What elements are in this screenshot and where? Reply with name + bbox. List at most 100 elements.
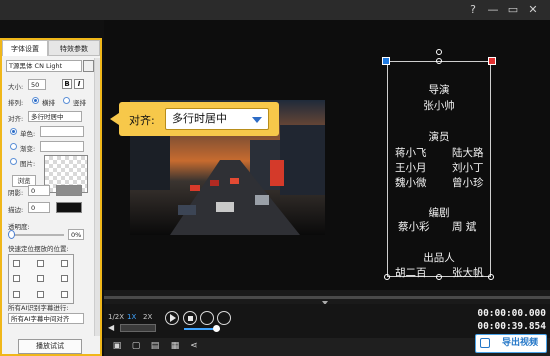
save-as-icon[interactable]: ▦ <box>170 341 180 351</box>
chevron-down-icon <box>252 117 262 123</box>
position-middle-right[interactable] <box>61 275 68 282</box>
align-label: 对齐: <box>8 115 24 123</box>
solid-color-label: 单色: <box>20 130 36 138</box>
solid-color-radio[interactable] <box>10 128 17 135</box>
position-top-left[interactable] <box>13 260 20 267</box>
producer-name: 张大帆 <box>452 267 484 279</box>
resize-handle-bottom-right[interactable] <box>488 274 494 280</box>
volume-slider-fill <box>184 328 214 330</box>
producer-title: 出品人 <box>423 252 455 264</box>
position-top-center[interactable] <box>37 260 44 267</box>
size-value: 50 <box>31 81 40 89</box>
video-editor-window: ? — ▭ ✕ 字体设置 特效参数 T源黑体 CN Light 大小: 50 B… <box>0 0 550 356</box>
text-style-icon[interactable] <box>382 57 390 65</box>
opacity-slider-track[interactable] <box>10 234 64 236</box>
close-icon[interactable]: ✕ <box>526 3 540 17</box>
producer-name: 胡二百 <box>395 267 427 279</box>
stroke-input[interactable]: 0 <box>28 202 50 213</box>
size-input[interactable]: 50 <box>28 79 46 90</box>
rotate-handle-icon[interactable] <box>436 49 442 55</box>
help-icon[interactable]: ? <box>466 3 480 17</box>
shadow-color-picker[interactable] <box>56 185 82 196</box>
font-family-select[interactable]: T源黑体 CN Light <box>6 60 82 72</box>
cast-title: 演员 <box>428 131 450 143</box>
size-label: 大小: <box>8 83 24 91</box>
resize-handle-top[interactable] <box>436 58 442 64</box>
timeline-track[interactable] <box>104 296 550 299</box>
volume-icon[interactable]: ◀ <box>108 323 118 333</box>
align-tooltip-select[interactable]: 多行时居中 <box>165 108 269 130</box>
align-tooltip-value: 多行时居中 <box>172 112 227 125</box>
next-button[interactable] <box>217 311 231 325</box>
writer-name: 周 斌 <box>452 221 477 233</box>
layout-horizontal-label: 横排 <box>42 99 55 107</box>
preview-button[interactable]: 播放试试 <box>18 339 82 354</box>
shadow-label: 阴影: <box>8 189 24 197</box>
save-icon[interactable]: ▣ <box>112 341 122 351</box>
shadow-input[interactable]: 0 <box>28 185 50 196</box>
ai-subtitle-label: 所有AI识别字幕进行: <box>8 304 69 312</box>
minimize-icon[interactable]: — <box>486 3 500 17</box>
panel-scrollbar[interactable] <box>94 58 100 336</box>
font-family-value: T源黑体 CN Light <box>9 62 63 70</box>
position-bottom-right[interactable] <box>61 291 68 298</box>
gradient-radio[interactable] <box>10 143 17 150</box>
italic-button[interactable]: I <box>74 79 84 89</box>
tab-font-settings[interactable]: 字体设置 <box>2 40 48 56</box>
position-center[interactable] <box>37 275 44 282</box>
delete-icon[interactable] <box>488 57 496 65</box>
position-grid <box>8 254 74 304</box>
open-folder-icon[interactable]: ▤ <box>150 341 160 351</box>
browse-label: 浏览 <box>17 177 31 185</box>
speed-half[interactable]: 1/2X <box>108 313 124 321</box>
position-label: 快速定位摆放的位置: <box>8 245 69 253</box>
layout-label: 排列: <box>8 99 24 107</box>
resize-handle-bottom[interactable] <box>436 274 442 280</box>
cast-name: 曾小珍 <box>452 177 484 189</box>
position-top-right[interactable] <box>61 260 68 267</box>
position-bottom-center[interactable] <box>37 291 44 298</box>
solid-color-picker[interactable] <box>40 126 84 137</box>
cast-name: 魏小微 <box>395 177 427 189</box>
ai-subtitle-select[interactable]: 所有AI字幕中间对齐 <box>8 313 84 324</box>
gradient-picker[interactable] <box>40 141 84 152</box>
stop-icon <box>188 316 193 321</box>
image-fill-radio[interactable] <box>10 158 17 165</box>
tab-effect-params[interactable]: 特效参数 <box>48 40 100 56</box>
align-tooltip: 对齐: 多行时居中 <box>110 102 279 136</box>
director-title: 导演 <box>428 84 450 96</box>
cast-name: 蒋小飞 <box>395 147 427 159</box>
stroke-label: 描边: <box>8 206 24 214</box>
layout-horizontal-radio[interactable] <box>32 97 39 104</box>
font-dropdown-caret-icon[interactable] <box>83 60 94 72</box>
writer-title: 编剧 <box>428 207 450 219</box>
maximize-icon[interactable]: ▭ <box>506 3 520 17</box>
text-settings-panel: 字体设置 特效参数 T源黑体 CN Light 大小: 50 B I 排列: 横… <box>0 38 102 356</box>
share-icon[interactable]: ⋖ <box>189 341 199 351</box>
prev-button[interactable] <box>200 311 214 325</box>
position-middle-left[interactable] <box>13 275 20 282</box>
new-file-icon[interactable]: ▢ <box>131 341 141 351</box>
bold-button[interactable]: B <box>62 79 72 89</box>
layout-vertical-radio[interactable] <box>63 97 70 104</box>
cast-name: 王小月 <box>395 162 427 174</box>
stroke-value: 0 <box>31 204 36 212</box>
opacity-input[interactable]: 0% <box>68 229 84 240</box>
gradient-label: 渐变: <box>20 145 36 153</box>
ai-subtitle-value: 所有AI字幕中间对齐 <box>11 315 70 323</box>
resize-handle-bottom-left[interactable] <box>384 274 390 280</box>
volume-slider-thumb[interactable] <box>213 325 220 332</box>
current-time: 00:00:00.000 <box>477 308 546 319</box>
speed-1x[interactable]: 1X <box>127 313 136 321</box>
align-tooltip-label: 对齐: <box>129 114 155 127</box>
align-value: 多行时居中 <box>31 113 64 121</box>
image-fill-label: 图片: <box>20 160 36 168</box>
speed-2x[interactable]: 2X <box>143 313 152 321</box>
opacity-slider-thumb[interactable] <box>8 230 15 239</box>
position-bottom-left[interactable] <box>13 291 20 298</box>
stroke-color-picker[interactable] <box>56 202 82 213</box>
playback-controls: 1/2X 1X 2X ◀ 00:00:00.000 00:00:39.854 <box>104 304 550 338</box>
cast-name: 刘小丁 <box>452 162 484 174</box>
align-select[interactable]: 多行时居中 <box>28 111 82 122</box>
cast-name: 陆大路 <box>452 147 484 159</box>
